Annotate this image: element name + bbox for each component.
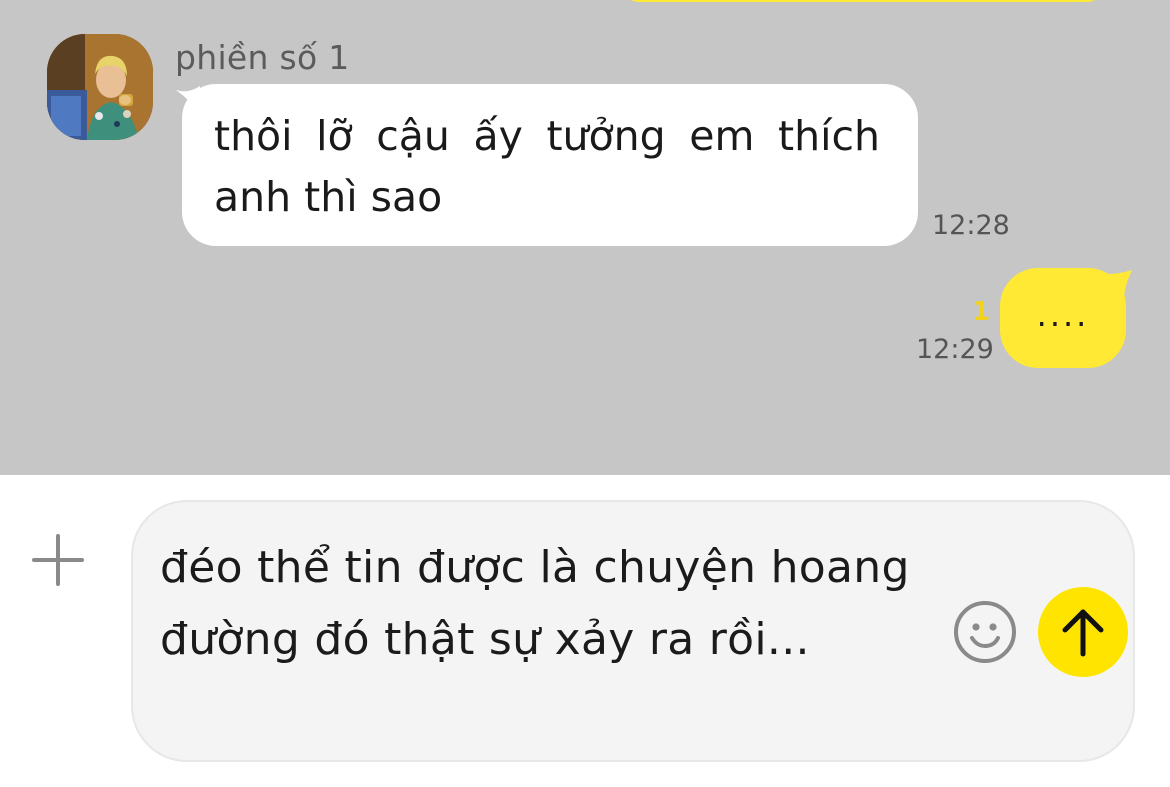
- emoji-button[interactable]: [951, 598, 1019, 666]
- incoming-message-text: thôi lỡ cậu ấy tưởng em thích anh thì sa…: [214, 112, 880, 221]
- chat-area: phiền số 1 thôi lỡ cậu ấy tưởng em thích…: [0, 0, 1170, 475]
- incoming-message-time: 12:28: [932, 210, 1010, 241]
- attach-button[interactable]: [28, 530, 88, 590]
- sender-name: phiền số 1: [175, 38, 350, 77]
- outgoing-bubble-tail: [1106, 270, 1132, 296]
- outgoing-message-time: 12:29: [916, 334, 994, 365]
- sender-avatar[interactable]: [47, 34, 153, 140]
- message-input-text[interactable]: đéo thể tin được là chuyện hoang đường đ…: [160, 532, 920, 676]
- smiley-icon: [954, 601, 1016, 663]
- incoming-message-bubble[interactable]: thôi lỡ cậu ấy tưởng em thích anh thì sa…: [182, 84, 918, 246]
- unread-count-badge: 1: [972, 297, 991, 327]
- arrow-up-icon: [1062, 609, 1104, 657]
- previous-outgoing-bubble: [618, 0, 1108, 2]
- send-button[interactable]: [1038, 587, 1128, 677]
- plus-icon: [32, 534, 84, 586]
- outgoing-message-text: ....: [1036, 296, 1090, 334]
